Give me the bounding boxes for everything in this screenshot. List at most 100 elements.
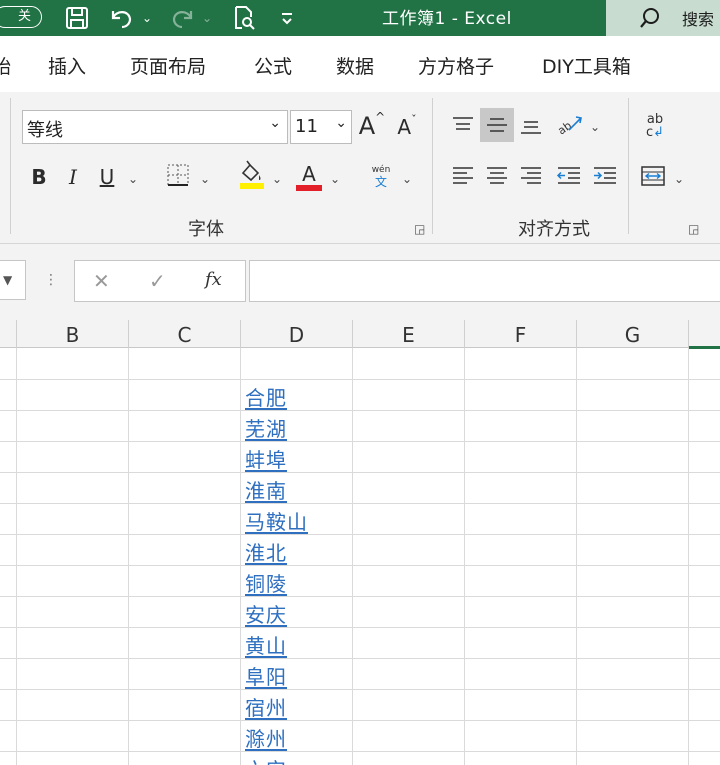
column-header-h[interactable] — [689, 320, 720, 348]
cell-hyperlink[interactable]: 六安 — [245, 754, 287, 765]
align-bottom-button[interactable] — [516, 108, 546, 142]
name-box-dropdown-icon[interactable]: ▼ — [3, 273, 12, 287]
gridline — [0, 410, 720, 411]
formula-bar-resize-handle[interactable]: ⋮ — [44, 272, 58, 288]
search-icon — [638, 6, 662, 34]
cell-hyperlink[interactable]: 阜阳 — [245, 661, 287, 690]
enter-button[interactable]: ✓ — [149, 269, 166, 293]
wrap-text-button[interactable]: ab c↲ — [640, 108, 670, 144]
cell-hyperlink[interactable]: 马鞍山 — [245, 506, 308, 535]
gridline — [0, 472, 720, 473]
column-header-e[interactable]: E — [353, 320, 465, 348]
underline-button[interactable]: U — [94, 162, 120, 192]
column-header-d[interactable]: D — [241, 320, 353, 348]
align-center-button[interactable] — [482, 160, 512, 192]
tab-page-layout[interactable]: 页面布局 — [130, 52, 206, 79]
cell-hyperlink[interactable]: 宿州 — [245, 692, 287, 721]
font-name-select[interactable]: 等线 ⌄ — [22, 110, 288, 144]
italic-button[interactable]: I — [60, 162, 86, 192]
autosave-toggle[interactable]: 关 — [0, 6, 42, 28]
align-top-button[interactable] — [448, 108, 478, 142]
align-middle-button[interactable] — [480, 108, 514, 142]
borders-dropdown-icon[interactable]: ⌄ — [198, 172, 212, 186]
print-preview-icon[interactable] — [230, 3, 258, 33]
grow-font-icon: A — [358, 112, 376, 140]
orientation-dropdown-icon[interactable]: ⌄ — [588, 120, 602, 134]
align-left-button[interactable] — [448, 160, 478, 192]
tab-home[interactable]: 始 — [0, 52, 11, 79]
tab-data[interactable]: 数据 — [336, 52, 374, 79]
formula-bar: ▼ ⋮ ✕ ✓ fx — [0, 244, 720, 320]
selection-indicator — [689, 346, 720, 349]
align-right-button[interactable] — [516, 160, 546, 192]
align-bottom-icon — [521, 121, 541, 134]
column-header-b[interactable]: B — [17, 320, 129, 348]
tab-insert[interactable]: 插入 — [48, 52, 86, 79]
cell-hyperlink[interactable]: 合肥 — [245, 382, 287, 411]
cell-hyperlink[interactable]: 淮南 — [245, 475, 287, 504]
column-header-g[interactable]: G — [577, 320, 689, 348]
alignment-group-label: 对齐方式 — [518, 219, 590, 240]
group-separator — [628, 98, 629, 234]
gridline — [0, 379, 720, 380]
gridline — [0, 720, 720, 721]
customize-qat-icon[interactable] — [278, 3, 296, 33]
orientation-button[interactable]: ab — [554, 106, 586, 142]
save-icon[interactable] — [62, 3, 92, 33]
column-header-c[interactable]: C — [129, 320, 241, 348]
redo-dropdown-icon[interactable]: ⌄ — [200, 3, 214, 33]
font-color-dropdown-icon[interactable]: ⌄ — [328, 172, 342, 186]
cell-hyperlink[interactable]: 滁州 — [245, 723, 287, 752]
name-box[interactable]: ▼ — [0, 260, 26, 300]
tab-diy-toolbox[interactable]: DIY工具箱 — [542, 52, 631, 79]
cell-hyperlink[interactable]: 蚌埠 — [245, 444, 287, 473]
column-header-f[interactable]: F — [465, 320, 577, 348]
phonetic-guide-button[interactable]: wén 文 — [366, 160, 396, 194]
cell-hyperlink[interactable]: 铜陵 — [245, 568, 287, 597]
increase-indent-button[interactable] — [590, 160, 620, 192]
font-dialog-launcher-icon[interactable]: ◲ — [414, 222, 425, 236]
tab-fangfanggezi[interactable]: 方方格子 — [418, 52, 494, 79]
chevron-down-icon: ⌄ — [269, 115, 281, 131]
column-headers: B C D E F G — [0, 320, 720, 348]
underline-dropdown-icon[interactable]: ⌄ — [126, 172, 140, 186]
shrink-font-button[interactable]: Aˇ — [394, 112, 420, 142]
insert-function-button[interactable]: fx — [205, 269, 222, 290]
merge-dropdown-icon[interactable]: ⌄ — [672, 172, 686, 186]
decrease-indent-button[interactable] — [554, 160, 584, 192]
borders-button[interactable] — [164, 162, 192, 192]
grow-font-button[interactable]: A ^ — [358, 110, 386, 142]
redo-icon[interactable] — [168, 3, 198, 33]
orientation-icon: ab — [555, 116, 582, 137]
merge-center-button[interactable] — [638, 160, 668, 192]
alignment-dialog-launcher-icon[interactable]: ◲ — [688, 222, 699, 236]
fill-color-button[interactable] — [236, 160, 266, 194]
font-color-swatch — [296, 185, 322, 191]
font-size-select[interactable]: 11 ⌄ — [290, 110, 352, 144]
cell-hyperlink[interactable]: 安庆 — [245, 599, 287, 628]
decrease-indent-icon — [556, 167, 580, 184]
worksheet-grid[interactable]: B C D E F G 合肥 芜湖 蚌埠 淮南 马鞍山 淮北 铜陵 安庆 黄山 … — [0, 320, 720, 765]
cell-hyperlink[interactable]: 芜湖 — [245, 413, 287, 442]
search-box[interactable]: 搜索 — [606, 0, 720, 36]
undo-dropdown-icon[interactable]: ⌄ — [140, 3, 154, 33]
undo-icon[interactable] — [106, 3, 136, 33]
gridline — [0, 441, 720, 442]
fill-color-dropdown-icon[interactable]: ⌄ — [270, 172, 284, 186]
font-color-icon: A — [302, 162, 316, 186]
gridline — [0, 751, 720, 752]
bold-button[interactable]: B — [26, 162, 52, 192]
formula-input[interactable] — [249, 260, 720, 302]
cell-hyperlink[interactable]: 黄山 — [245, 630, 287, 659]
wrap-text-icon: c↲ — [645, 125, 665, 140]
document-title: 工作簿1 - Excel — [382, 9, 512, 29]
phonetic-dropdown-icon[interactable]: ⌄ — [400, 172, 414, 186]
column-header-a[interactable] — [0, 320, 17, 348]
align-left-icon — [453, 167, 473, 184]
cell-hyperlink[interactable]: 淮北 — [245, 537, 287, 566]
tab-formulas[interactable]: 公式 — [254, 52, 292, 79]
font-color-button[interactable]: A — [294, 160, 324, 194]
align-top-icon — [453, 117, 473, 130]
cancel-button[interactable]: ✕ — [93, 269, 110, 293]
gridline — [0, 503, 720, 504]
